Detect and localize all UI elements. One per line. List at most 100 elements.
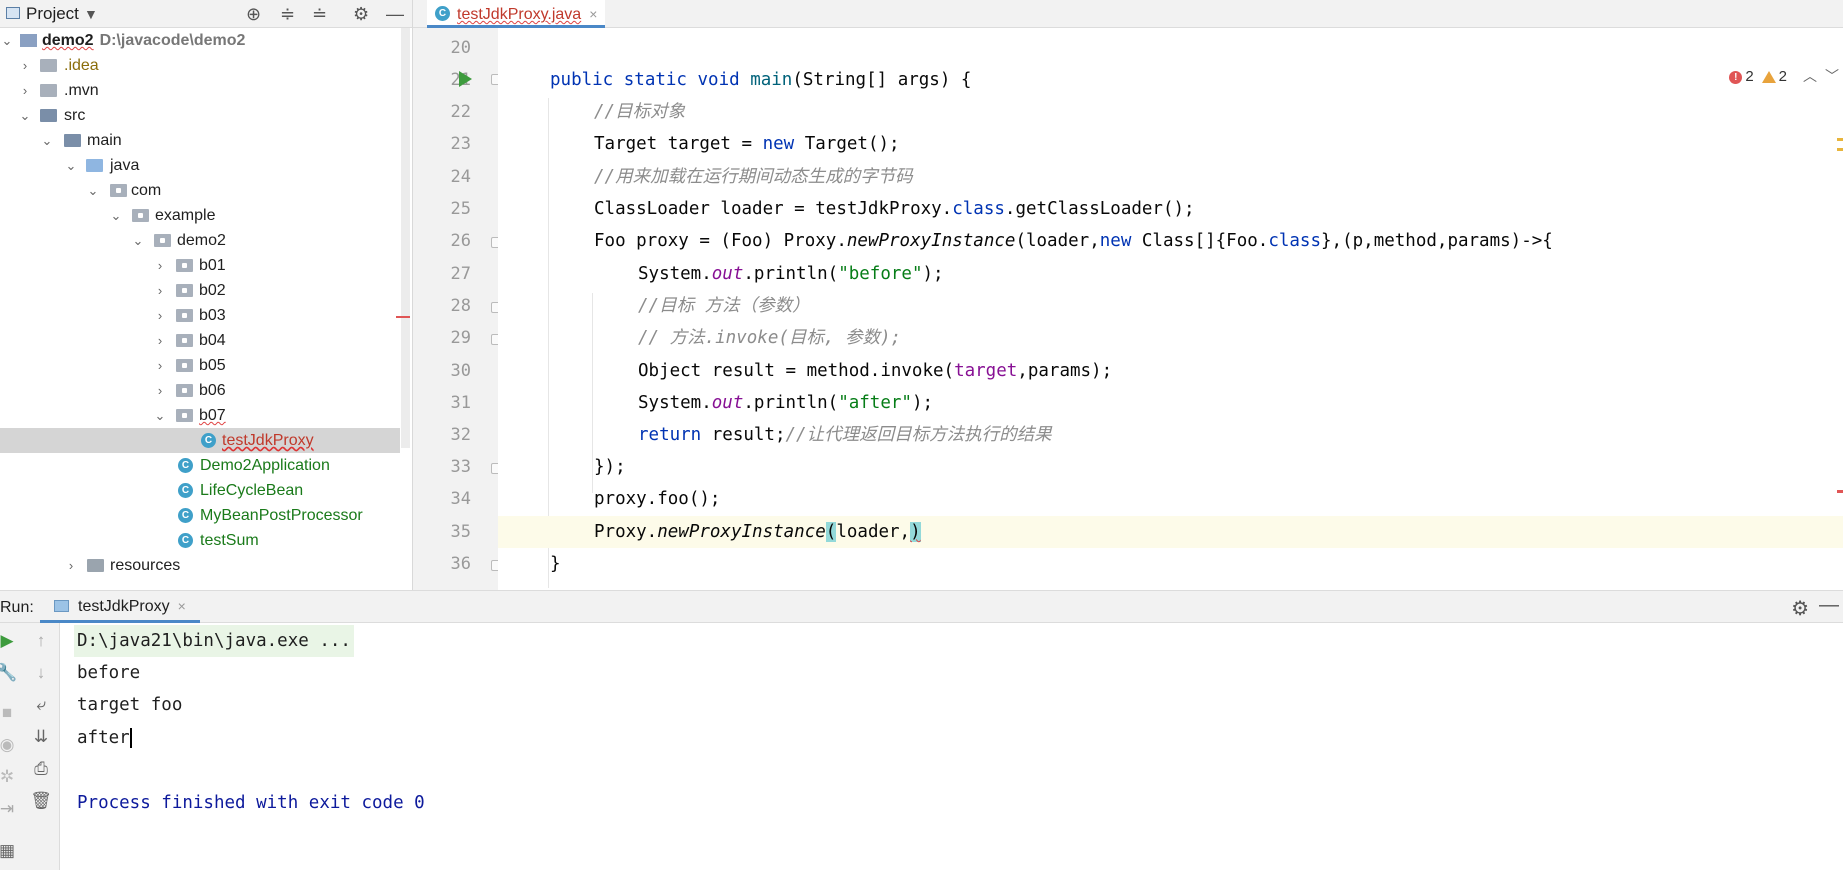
code-token: },(p,method,params)->{ (1321, 231, 1553, 251)
tree-item-mvn[interactable]: › .mvn (0, 78, 400, 103)
tree-item-label: demo2 (42, 32, 94, 49)
close-icon[interactable]: × (589, 6, 597, 22)
editor-gutter[interactable]: 20 21 22 23 24 25 26 27 28 29 30 31 32 3… (413, 28, 498, 590)
chevron-down-icon[interactable]: ⌄ (86, 178, 100, 203)
error-stripe-mark (396, 316, 410, 318)
tree-item-idea[interactable]: › .idea (0, 53, 400, 78)
code-token: ) (910, 522, 921, 542)
tree-item-demo2-package[interactable]: ⌄ demo2 (0, 228, 400, 253)
code-token: proxy.foo(); (594, 489, 721, 509)
tree-scrollbar[interactable] (401, 28, 410, 448)
tree-item-testjdkproxy[interactable]: C testJdkProxy (0, 428, 400, 453)
chevron-right-icon[interactable]: › (153, 378, 167, 403)
warning-stripe-mark[interactable] (1837, 138, 1843, 141)
chevron-right-icon[interactable]: › (18, 53, 32, 78)
line-number: 26 (450, 231, 471, 251)
close-icon[interactable]: × (178, 598, 186, 614)
chevron-right-icon[interactable]: › (153, 303, 167, 328)
code-token: } (550, 554, 561, 574)
arrow-down-icon[interactable]: ↓ (30, 663, 52, 683)
tree-item-b03[interactable]: › b03 (0, 303, 400, 328)
code-token: Class[]{Foo. (1131, 231, 1269, 251)
chevron-down-icon[interactable]: ⌄ (40, 128, 54, 153)
line-number: 29 (450, 328, 471, 348)
code-token: newProxyInstance (657, 522, 826, 542)
chevron-down-icon[interactable]: ⌄ (131, 228, 145, 253)
console-command[interactable]: D:\java21\bin\java.exe ... (74, 625, 354, 657)
chevron-down-icon[interactable]: ﹀ (1825, 68, 1839, 84)
rerun-icon[interactable]: ▶ (0, 631, 18, 651)
tree-item-example[interactable]: ⌄ example (0, 203, 400, 228)
package-icon (176, 259, 193, 272)
code-comment: //目标 方法（参数） (638, 296, 810, 316)
tree-item-label: b07 (199, 407, 226, 424)
exit-icon[interactable]: ⇥ (0, 799, 18, 819)
project-panel-title[interactable]: Project (26, 4, 79, 24)
tree-item-b07[interactable]: ⌄ b07 (0, 403, 400, 428)
code-token: Target(); (794, 134, 900, 154)
tree-item-label: src (64, 107, 86, 124)
minimize-icon[interactable]: — (386, 4, 404, 24)
tree-item-b06[interactable]: › b06 (0, 378, 400, 403)
chevron-up-icon[interactable]: ︿ (1803, 68, 1817, 84)
error-icon: ! (1729, 70, 1743, 84)
gear-icon[interactable]: ⚙ (353, 4, 369, 24)
chevron-down-icon[interactable]: ⌄ (64, 153, 78, 178)
console-output[interactable]: D:\java21\bin\java.exe ... before target… (60, 623, 1843, 870)
collapse-all-icon[interactable]: ≐ (312, 4, 327, 24)
tree-item-b04[interactable]: › b04 (0, 328, 400, 353)
run-label: Run: (0, 599, 34, 616)
line-number: 27 (450, 264, 471, 284)
tree-item-java[interactable]: ⌄ java (0, 153, 400, 178)
wrench-icon[interactable]: 🔧 (0, 663, 18, 683)
tree-item-lifecyclebean[interactable]: C LifeCycleBean (0, 478, 400, 503)
tree-item-label: demo2 (177, 232, 226, 249)
expand-all-icon[interactable]: ≑ (280, 4, 295, 24)
arrow-up-icon[interactable]: ↑ (30, 631, 52, 651)
chevron-right-icon[interactable]: › (153, 353, 167, 378)
soft-wrap-icon[interactable]: ⤶ (30, 695, 52, 715)
java-class-icon: C (178, 533, 193, 548)
tree-item-b05[interactable]: › b05 (0, 353, 400, 378)
stop-icon[interactable]: ■ (0, 703, 18, 723)
scroll-to-end-icon[interactable]: ⇊ (30, 727, 52, 747)
camera-icon[interactable]: ◉ (0, 735, 18, 755)
tree-item-mybeanpostprocessor[interactable]: C MyBeanPostProcessor (0, 503, 400, 528)
tree-item-src[interactable]: ⌄ src (0, 103, 400, 128)
code-token: ( (825, 522, 837, 542)
print-icon[interactable]: ⎙ (30, 759, 52, 779)
gear-icon[interactable]: ⚙ (1791, 596, 1809, 621)
run-tab-testjdkproxy[interactable]: testJdkProxy × (40, 591, 200, 623)
tree-item-b02[interactable]: › b02 (0, 278, 400, 303)
tab-testjdkproxy-java[interactable]: C testJdkProxy.java × (427, 0, 606, 28)
trash-icon[interactable]: 🗑 (30, 791, 52, 811)
chevron-down-icon[interactable]: ⌄ (109, 203, 123, 228)
tree-item-demo2-module[interactable]: ⌄ demo2 D:\javacode\demo2 (0, 28, 400, 53)
chevron-right-icon[interactable]: › (64, 553, 78, 578)
chevron-down-icon[interactable]: ⌄ (153, 403, 167, 428)
tree-item-main[interactable]: ⌄ main (0, 128, 400, 153)
code-editor[interactable]: public static void main(String[] args) {… (498, 28, 1843, 590)
chevron-right-icon[interactable]: › (153, 253, 167, 278)
chevron-right-icon[interactable]: › (18, 78, 32, 103)
settings-icon[interactable]: ✲ (0, 767, 18, 787)
chevron-down-icon[interactable]: ⌄ (18, 103, 32, 128)
chevron-down-icon[interactable]: ⌄ (0, 28, 14, 53)
chevron-right-icon[interactable]: › (153, 328, 167, 353)
chevron-down-icon[interactable]: ▼ (84, 4, 98, 24)
chevron-right-icon[interactable]: › (153, 278, 167, 303)
tree-item-b01[interactable]: › b01 (0, 253, 400, 278)
layout-icon[interactable]: ▦ (0, 841, 18, 861)
error-stripe-mark[interactable] (1837, 490, 1843, 493)
tree-item-testsum[interactable]: C testSum (0, 528, 400, 553)
run-main-icon[interactable] (459, 71, 472, 87)
warning-stripe-mark[interactable] (1837, 148, 1843, 151)
code-line-22: //目标对象 (498, 96, 1843, 128)
tree-item-resources[interactable]: › resources (0, 553, 400, 578)
locate-icon[interactable]: ⊕ (246, 4, 261, 24)
code-token: loader, (836, 522, 911, 542)
tree-item-demo2application[interactable]: C Demo2Application (0, 453, 400, 478)
tree-item-com[interactable]: ⌄ com (0, 178, 400, 203)
minimize-icon[interactable]: — (1819, 594, 1839, 617)
inspection-widget[interactable]: ! 2 2 ︿ ﹀ (1729, 64, 1843, 88)
